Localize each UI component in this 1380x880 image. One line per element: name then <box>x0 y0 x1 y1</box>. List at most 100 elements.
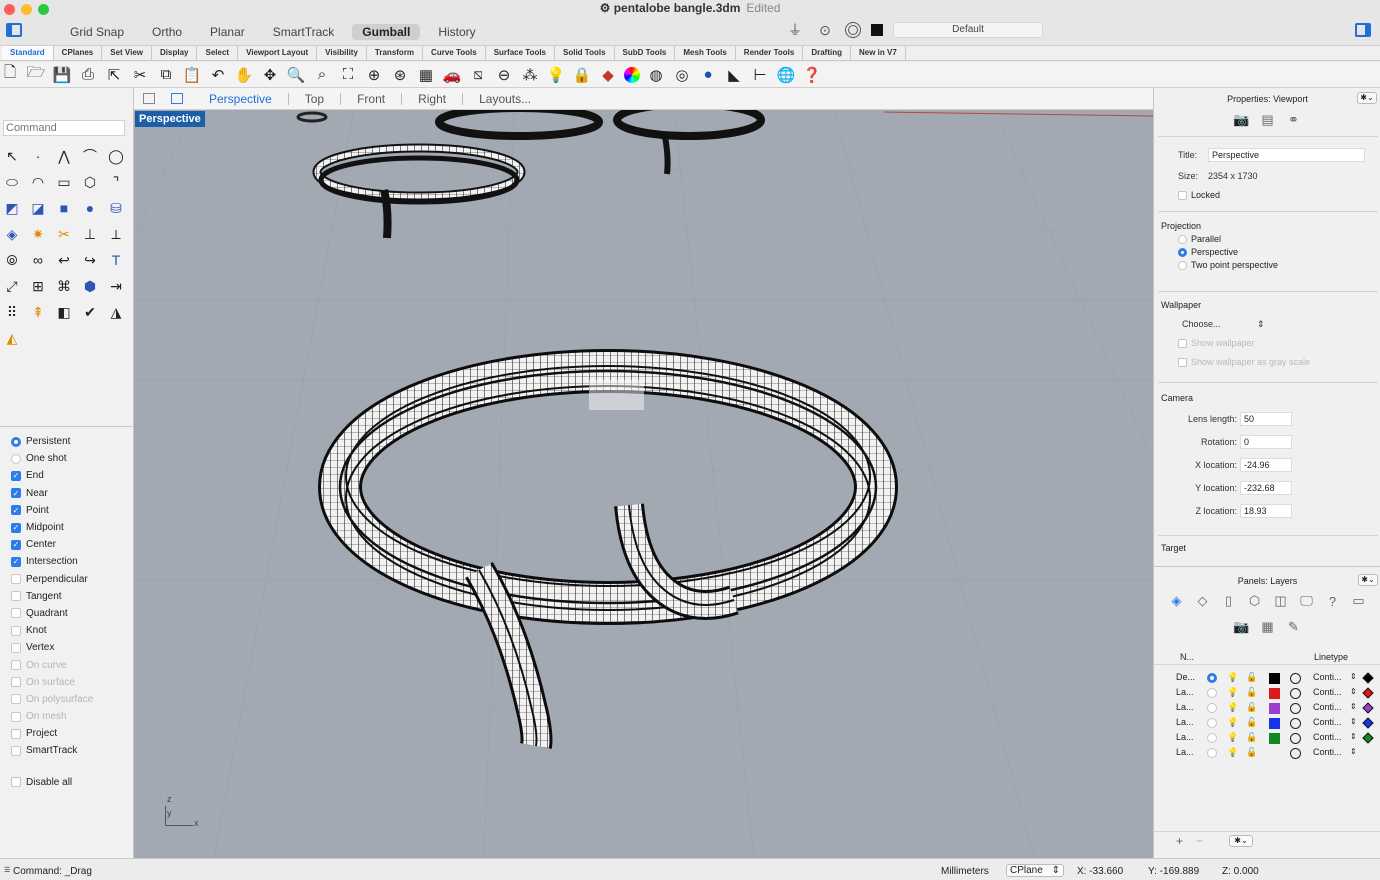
projection-two-point-perspective-radio[interactable] <box>1178 260 1187 270</box>
remove-layer-icon[interactable]: − <box>1196 834 1203 848</box>
layer-material-icon[interactable]: ◆ <box>598 65 618 85</box>
osnap-tangent[interactable]: Tangent <box>11 588 93 605</box>
undo-icon[interactable]: ↶ <box>208 65 228 85</box>
active-viewport-label[interactable]: Perspective <box>135 111 205 127</box>
osnap-near[interactable]: ✓ Near <box>11 485 93 502</box>
light-bulb-icon[interactable]: 💡 <box>1227 672 1238 683</box>
tab-set-view[interactable]: Set View <box>102 46 153 60</box>
layer-color-swatch[interactable] <box>1269 673 1280 684</box>
box-icon[interactable]: ■ <box>52 198 76 218</box>
locked-checkbox-box[interactable] <box>1178 190 1187 200</box>
named-views-icon[interactable]: 🖵 <box>1298 593 1316 609</box>
four-view-layout-icon[interactable] <box>143 93 155 104</box>
layer-tool-icon[interactable]: ⇞ <box>26 302 50 322</box>
lock-icon[interactable]: 🔓 <box>1246 747 1257 758</box>
print-color-icon[interactable] <box>1290 673 1301 684</box>
zoom-extents-icon[interactable]: ⛶ <box>338 65 358 85</box>
osnap-project-checkbox[interactable] <box>11 728 21 739</box>
globe-icon[interactable]: 🌐 <box>776 65 796 85</box>
osnap-persistent[interactable]: Persistent <box>11 433 93 450</box>
viewport-title-field[interactable]: Perspective <box>1208 148 1365 162</box>
osnap-point-checkbox[interactable]: ✓ <box>11 505 21 516</box>
osnap-smarttrack-checkbox[interactable] <box>11 745 21 756</box>
render-tool-icon[interactable]: ◮ <box>104 302 128 322</box>
osnap-quadrant[interactable]: Quadrant <box>11 605 93 622</box>
osnap-on-surface[interactable]: On surface <box>11 674 93 691</box>
light-bulb-icon[interactable]: 💡 <box>1227 732 1238 743</box>
projection-parallel[interactable]: Parallel <box>1178 234 1221 244</box>
sphere-icon[interactable]: ● <box>78 198 102 218</box>
cut-icon[interactable]: ✂ <box>130 65 150 85</box>
drafting-icon[interactable]: ◭ <box>0 328 24 348</box>
layer-color-swatch[interactable] <box>1269 703 1280 714</box>
tab-render-tools[interactable]: Render Tools <box>736 46 804 60</box>
osnap-midpoint-checkbox[interactable]: ✓ <box>11 522 21 533</box>
chevron-updown-icon[interactable]: ⇕ <box>1350 732 1357 741</box>
fillet-curve-icon[interactable]: ⌝ <box>104 172 128 192</box>
add-layer-icon[interactable]: + <box>1176 834 1183 848</box>
layer-row[interactable]: De... 💡 🔓 Conti... ⇕ <box>1154 671 1380 686</box>
osnap-near-checkbox[interactable]: ✓ <box>11 488 21 499</box>
layer-material-diamond[interactable] <box>1362 717 1374 729</box>
osnap-quadrant-checkbox[interactable] <box>11 608 21 619</box>
layer-color-swatch[interactable] <box>1269 733 1280 744</box>
camera-x-location-field[interactable]: -24.96 <box>1240 458 1292 472</box>
explode-icon[interactable]: ✷ <box>26 224 50 244</box>
rectangle-icon[interactable]: ▭ <box>52 172 76 192</box>
osnap-center-checkbox[interactable]: ✓ <box>11 539 21 550</box>
properties-gear-icon[interactable]: ✱⌄ <box>1357 92 1377 104</box>
trim-icon[interactable]: ✂ <box>52 224 76 244</box>
tab-new-in-v7[interactable]: New in V7 <box>851 46 906 60</box>
current-layer-radio[interactable] <box>1207 673 1217 683</box>
render-setup-icon[interactable]: ◣ <box>724 65 744 85</box>
layer-name[interactable]: La... <box>1176 732 1194 742</box>
zoom-window-icon[interactable]: ⌕ <box>312 65 332 85</box>
help-panel-icon[interactable]: ? <box>1324 593 1342 609</box>
viewport-tab-perspective[interactable]: Perspective <box>193 93 288 105</box>
polyline-icon[interactable]: ⋀ <box>52 146 76 166</box>
split-icon[interactable]: ⊥ <box>78 224 102 244</box>
tab-drafting[interactable]: Drafting <box>803 46 851 60</box>
check-icon[interactable]: ✔ <box>78 302 102 322</box>
layer-linetype[interactable]: Conti... <box>1313 747 1342 757</box>
edit-points-icon[interactable]: ⌘ <box>52 276 76 296</box>
osnap-knot[interactable]: Knot <box>11 622 93 639</box>
osnap-on-curve[interactable]: On curve <box>11 656 93 673</box>
viewport-tab-front[interactable]: Front <box>340 92 401 105</box>
zoom-icon[interactable]: 🔍 <box>286 65 306 85</box>
print-color-icon[interactable] <box>1290 703 1301 714</box>
ghosted-sphere-icon[interactable]: ◎ <box>672 65 692 85</box>
osnap-midpoint[interactable]: ✓ Midpoint <box>11 519 93 536</box>
viewport-tab-top[interactable]: Top <box>287 92 340 105</box>
copy-icon[interactable]: ⧉ <box>156 65 176 85</box>
osnap-on-mesh[interactable]: On mesh <box>11 708 93 725</box>
lock-icon[interactable]: 🔒 <box>572 65 592 85</box>
tab-standard[interactable]: Standard <box>2 46 54 60</box>
current-layer-radio[interactable] <box>1207 703 1217 713</box>
layer-material-diamond[interactable] <box>1362 702 1374 714</box>
light-bulb-icon[interactable]: 💡 <box>1227 687 1238 698</box>
osnap-on-polysurface[interactable]: On polysurface <box>11 691 93 708</box>
right-sidebar-toggle-icon[interactable] <box>1355 23 1371 37</box>
cylinder-icon[interactable]: ⛁ <box>104 198 128 218</box>
tab-subd-tools[interactable]: SubD Tools <box>615 46 676 60</box>
chevron-updown-icon[interactable]: ⇕ <box>1350 672 1357 681</box>
osnap-end[interactable]: ✓ End <box>11 467 93 484</box>
analyze-icon[interactable]: ⬢ <box>78 276 102 296</box>
layer-name[interactable]: La... <box>1176 717 1194 727</box>
chevron-updown-icon[interactable]: ⇕ <box>1350 747 1357 756</box>
osnap-on-mesh-checkbox[interactable] <box>11 711 21 722</box>
tab-surface-tools[interactable]: Surface Tools <box>486 46 555 60</box>
paste-icon[interactable]: 📋 <box>182 65 202 85</box>
zoom-all-icon[interactable]: ⊛ <box>390 65 410 85</box>
mode-smarttrack[interactable]: SmartTrack <box>263 24 345 40</box>
light-icon[interactable]: 💡 <box>546 65 566 85</box>
properties-tool-icon[interactable]: ◧ <box>52 302 76 322</box>
layer-material-diamond[interactable] <box>1362 732 1374 744</box>
osnap-project[interactable]: Project <box>11 725 93 742</box>
layer-name[interactable]: La... <box>1176 747 1194 757</box>
ellipse-icon[interactable]: ⬭ <box>0 172 24 192</box>
show-wallpaper-checkbox[interactable]: Show wallpaper <box>1178 338 1255 348</box>
grid-panel-icon[interactable]: ▦ <box>1259 619 1277 635</box>
osnap-vertex[interactable]: Vertex <box>11 639 93 656</box>
